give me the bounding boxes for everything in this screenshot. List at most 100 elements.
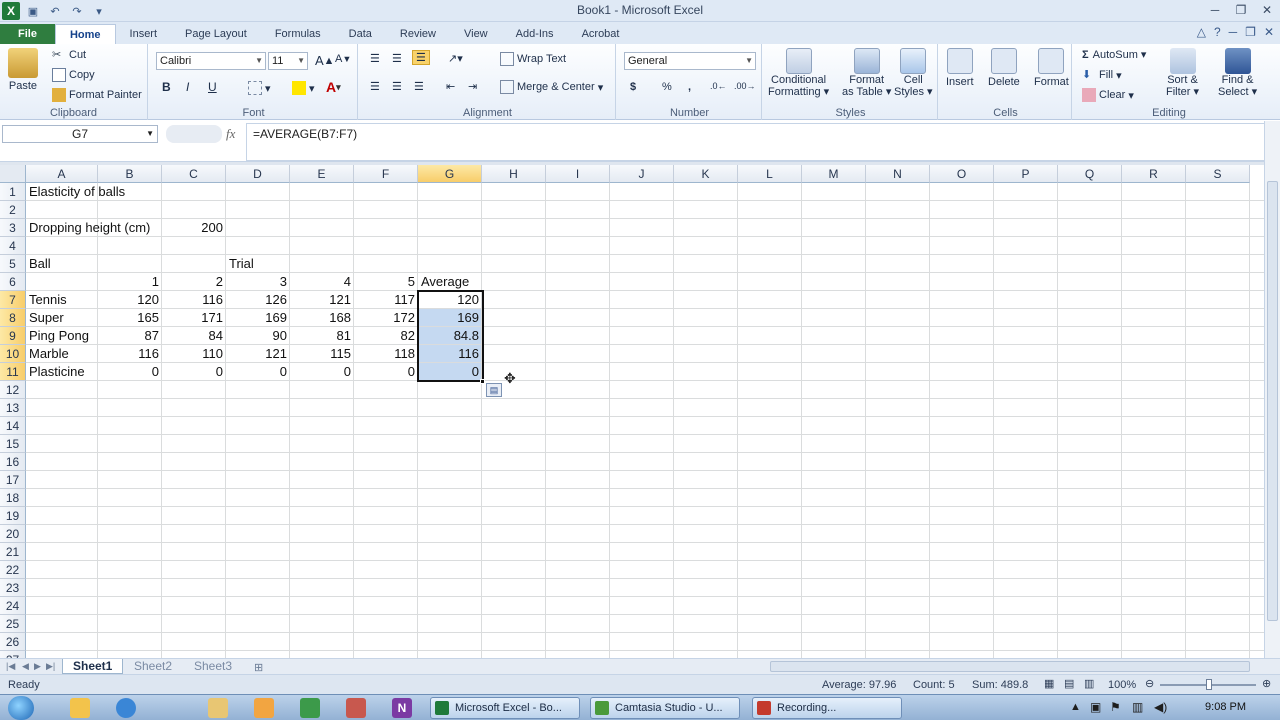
page-layout-view-icon[interactable]: ▤ (1064, 677, 1074, 690)
cell-f8[interactable]: 172 (354, 309, 418, 327)
row-header-1[interactable]: 1 (0, 183, 26, 201)
column-header-p[interactable]: P (994, 165, 1058, 183)
align-middle-icon[interactable]: ☰ (392, 52, 402, 65)
zoom-slider-knob[interactable] (1206, 679, 1212, 690)
cell-styles-button[interactable]: Cell Styles ▾ (894, 48, 933, 98)
insert-cells-button[interactable]: Insert (946, 48, 974, 88)
cell-b11[interactable]: 0 (98, 363, 162, 381)
formula-bar-splitter[interactable] (166, 125, 222, 143)
column-header-l[interactable]: L (738, 165, 802, 183)
zoom-level[interactable]: 100% (1108, 679, 1136, 691)
cell-d6[interactable]: 3 (226, 273, 290, 291)
align-top-icon[interactable]: ☰ (370, 52, 380, 65)
horizontal-scrollbar[interactable] (770, 661, 1250, 672)
internet-explorer-icon[interactable] (116, 698, 136, 718)
row-header-22[interactable]: 22 (0, 561, 26, 579)
worksheet-grid[interactable]: ABCDEFGHIJKLMNOPQRS 1 2 3 4 5 6 7 8 9 10 11 12 13 14 1… (0, 165, 1264, 658)
workbook-close-icon[interactable]: ✕ (1264, 25, 1274, 39)
sheet-tab-sheet1[interactable]: Sheet1 (62, 659, 124, 674)
cell-e6[interactable]: 4 (290, 273, 354, 291)
font-color-button[interactable]: A ▾ (326, 79, 341, 95)
cell-c3[interactable]: 200 (162, 219, 226, 237)
cell-a7[interactable]: Tennis (26, 291, 70, 309)
tray-network-icon[interactable]: ▥ (1132, 700, 1143, 714)
fill-button[interactable]: ⬇ Fill ▾ (1082, 68, 1122, 82)
cell-g6[interactable]: Average (418, 273, 472, 291)
cell-c11[interactable]: 0 (162, 363, 226, 381)
column-header-c[interactable]: C (162, 165, 226, 183)
align-center-icon[interactable]: ☰ (392, 80, 402, 93)
row-header-11[interactable]: 11 (0, 363, 26, 381)
tab-acrobat[interactable]: Acrobat (568, 24, 634, 44)
borders-button[interactable]: ▾ (248, 81, 271, 95)
cell-c10[interactable]: 110 (162, 345, 226, 363)
tab-view[interactable]: View (450, 24, 502, 44)
column-header-m[interactable]: M (802, 165, 866, 183)
tray-volume-icon[interactable]: ◀) (1154, 700, 1167, 714)
help-icon[interactable]: ? (1214, 25, 1221, 39)
cell-f10[interactable]: 118 (354, 345, 418, 363)
tab-home[interactable]: Home (54, 24, 116, 44)
clear-button[interactable]: Clear ▾ (1082, 88, 1134, 102)
orientation-icon[interactable]: ↗▾ (448, 52, 463, 65)
cell-f9[interactable]: 82 (354, 327, 418, 345)
paint-icon[interactable] (346, 698, 366, 718)
cell-a1[interactable]: Elasticity of balls (26, 183, 128, 201)
row-header-3[interactable]: 3 (0, 219, 26, 237)
sheet-tab-sheet3[interactable]: Sheet3 (184, 659, 242, 674)
prev-sheet-icon[interactable]: ◀ (22, 661, 29, 672)
explorer-pin-icon[interactable] (70, 698, 90, 718)
restore-icon[interactable]: ❐ (1228, 0, 1254, 20)
tab-page-layout[interactable]: Page Layout (171, 24, 261, 44)
taskbar-recording[interactable]: Recording... (752, 697, 902, 719)
taskbar-camtasia[interactable]: Camtasia Studio - U... (590, 697, 740, 719)
decrease-indent-icon[interactable]: ⇤ (446, 80, 455, 93)
row-header-21[interactable]: 21 (0, 543, 26, 561)
close-icon[interactable]: ✕ (1254, 0, 1280, 20)
row-header-27[interactable]: 27 (0, 651, 26, 658)
increase-indent-icon[interactable]: ⇥ (468, 80, 477, 93)
row-header-7[interactable]: 7 (0, 291, 26, 309)
row-header-6[interactable]: 6 (0, 273, 26, 291)
merge-center-button[interactable]: Merge & Center ▾ (500, 80, 603, 94)
copy-button[interactable]: Copy (52, 68, 95, 82)
decrease-font-button[interactable]: A ▼ (335, 53, 351, 65)
select-all-corner[interactable] (0, 165, 26, 183)
column-header-o[interactable]: O (930, 165, 994, 183)
row-header-23[interactable]: 23 (0, 579, 26, 597)
workbook-minimize-icon[interactable]: ─ (1229, 25, 1238, 39)
cell-d7[interactable]: 126 (226, 291, 290, 309)
tray-flag-icon[interactable]: ⚑ (1110, 700, 1121, 714)
row-header-5[interactable]: 5 (0, 255, 26, 273)
column-header-i[interactable]: I (546, 165, 610, 183)
column-header-b[interactable]: B (98, 165, 162, 183)
tab-review[interactable]: Review (386, 24, 450, 44)
cut-button[interactable]: ✂ Cut (52, 48, 86, 62)
bold-button[interactable]: B (162, 80, 171, 94)
minimize-icon[interactable]: ─ (1202, 0, 1228, 20)
cell-e7[interactable]: 121 (290, 291, 354, 309)
row-header-8[interactable]: 8 (0, 309, 26, 327)
cell-f11[interactable]: 0 (354, 363, 418, 381)
cell-d5[interactable]: Trial (226, 255, 257, 273)
row-header-2[interactable]: 2 (0, 201, 26, 219)
row-header-25[interactable]: 25 (0, 615, 26, 633)
number-format-select[interactable]: General ▼ (624, 52, 756, 70)
tab-formulas[interactable]: Formulas (261, 24, 335, 44)
tab-file[interactable]: File (0, 24, 55, 44)
format-painter-button[interactable]: Format Painter (52, 88, 142, 102)
find-select-button[interactable]: Find & Select ▾ (1218, 48, 1257, 98)
row-header-20[interactable]: 20 (0, 525, 26, 543)
column-header-q[interactable]: Q (1058, 165, 1122, 183)
increase-font-button[interactable]: A ▲ (315, 53, 334, 68)
conditional-formatting-button[interactable]: Conditional Formatting ▾ (768, 48, 829, 98)
row-header-9[interactable]: 9 (0, 327, 26, 345)
column-header-j[interactable]: J (610, 165, 674, 183)
sort-filter-button[interactable]: Sort & Filter ▾ (1166, 48, 1199, 98)
column-header-n[interactable]: N (866, 165, 930, 183)
cell-b8[interactable]: 165 (98, 309, 162, 327)
tray-app-icon[interactable]: ▣ (1090, 700, 1101, 714)
taskbar-excel[interactable]: Microsoft Excel - Bo... (430, 697, 580, 719)
align-left-icon[interactable]: ☰ (370, 80, 380, 93)
onenote-icon[interactable]: N (392, 698, 412, 718)
